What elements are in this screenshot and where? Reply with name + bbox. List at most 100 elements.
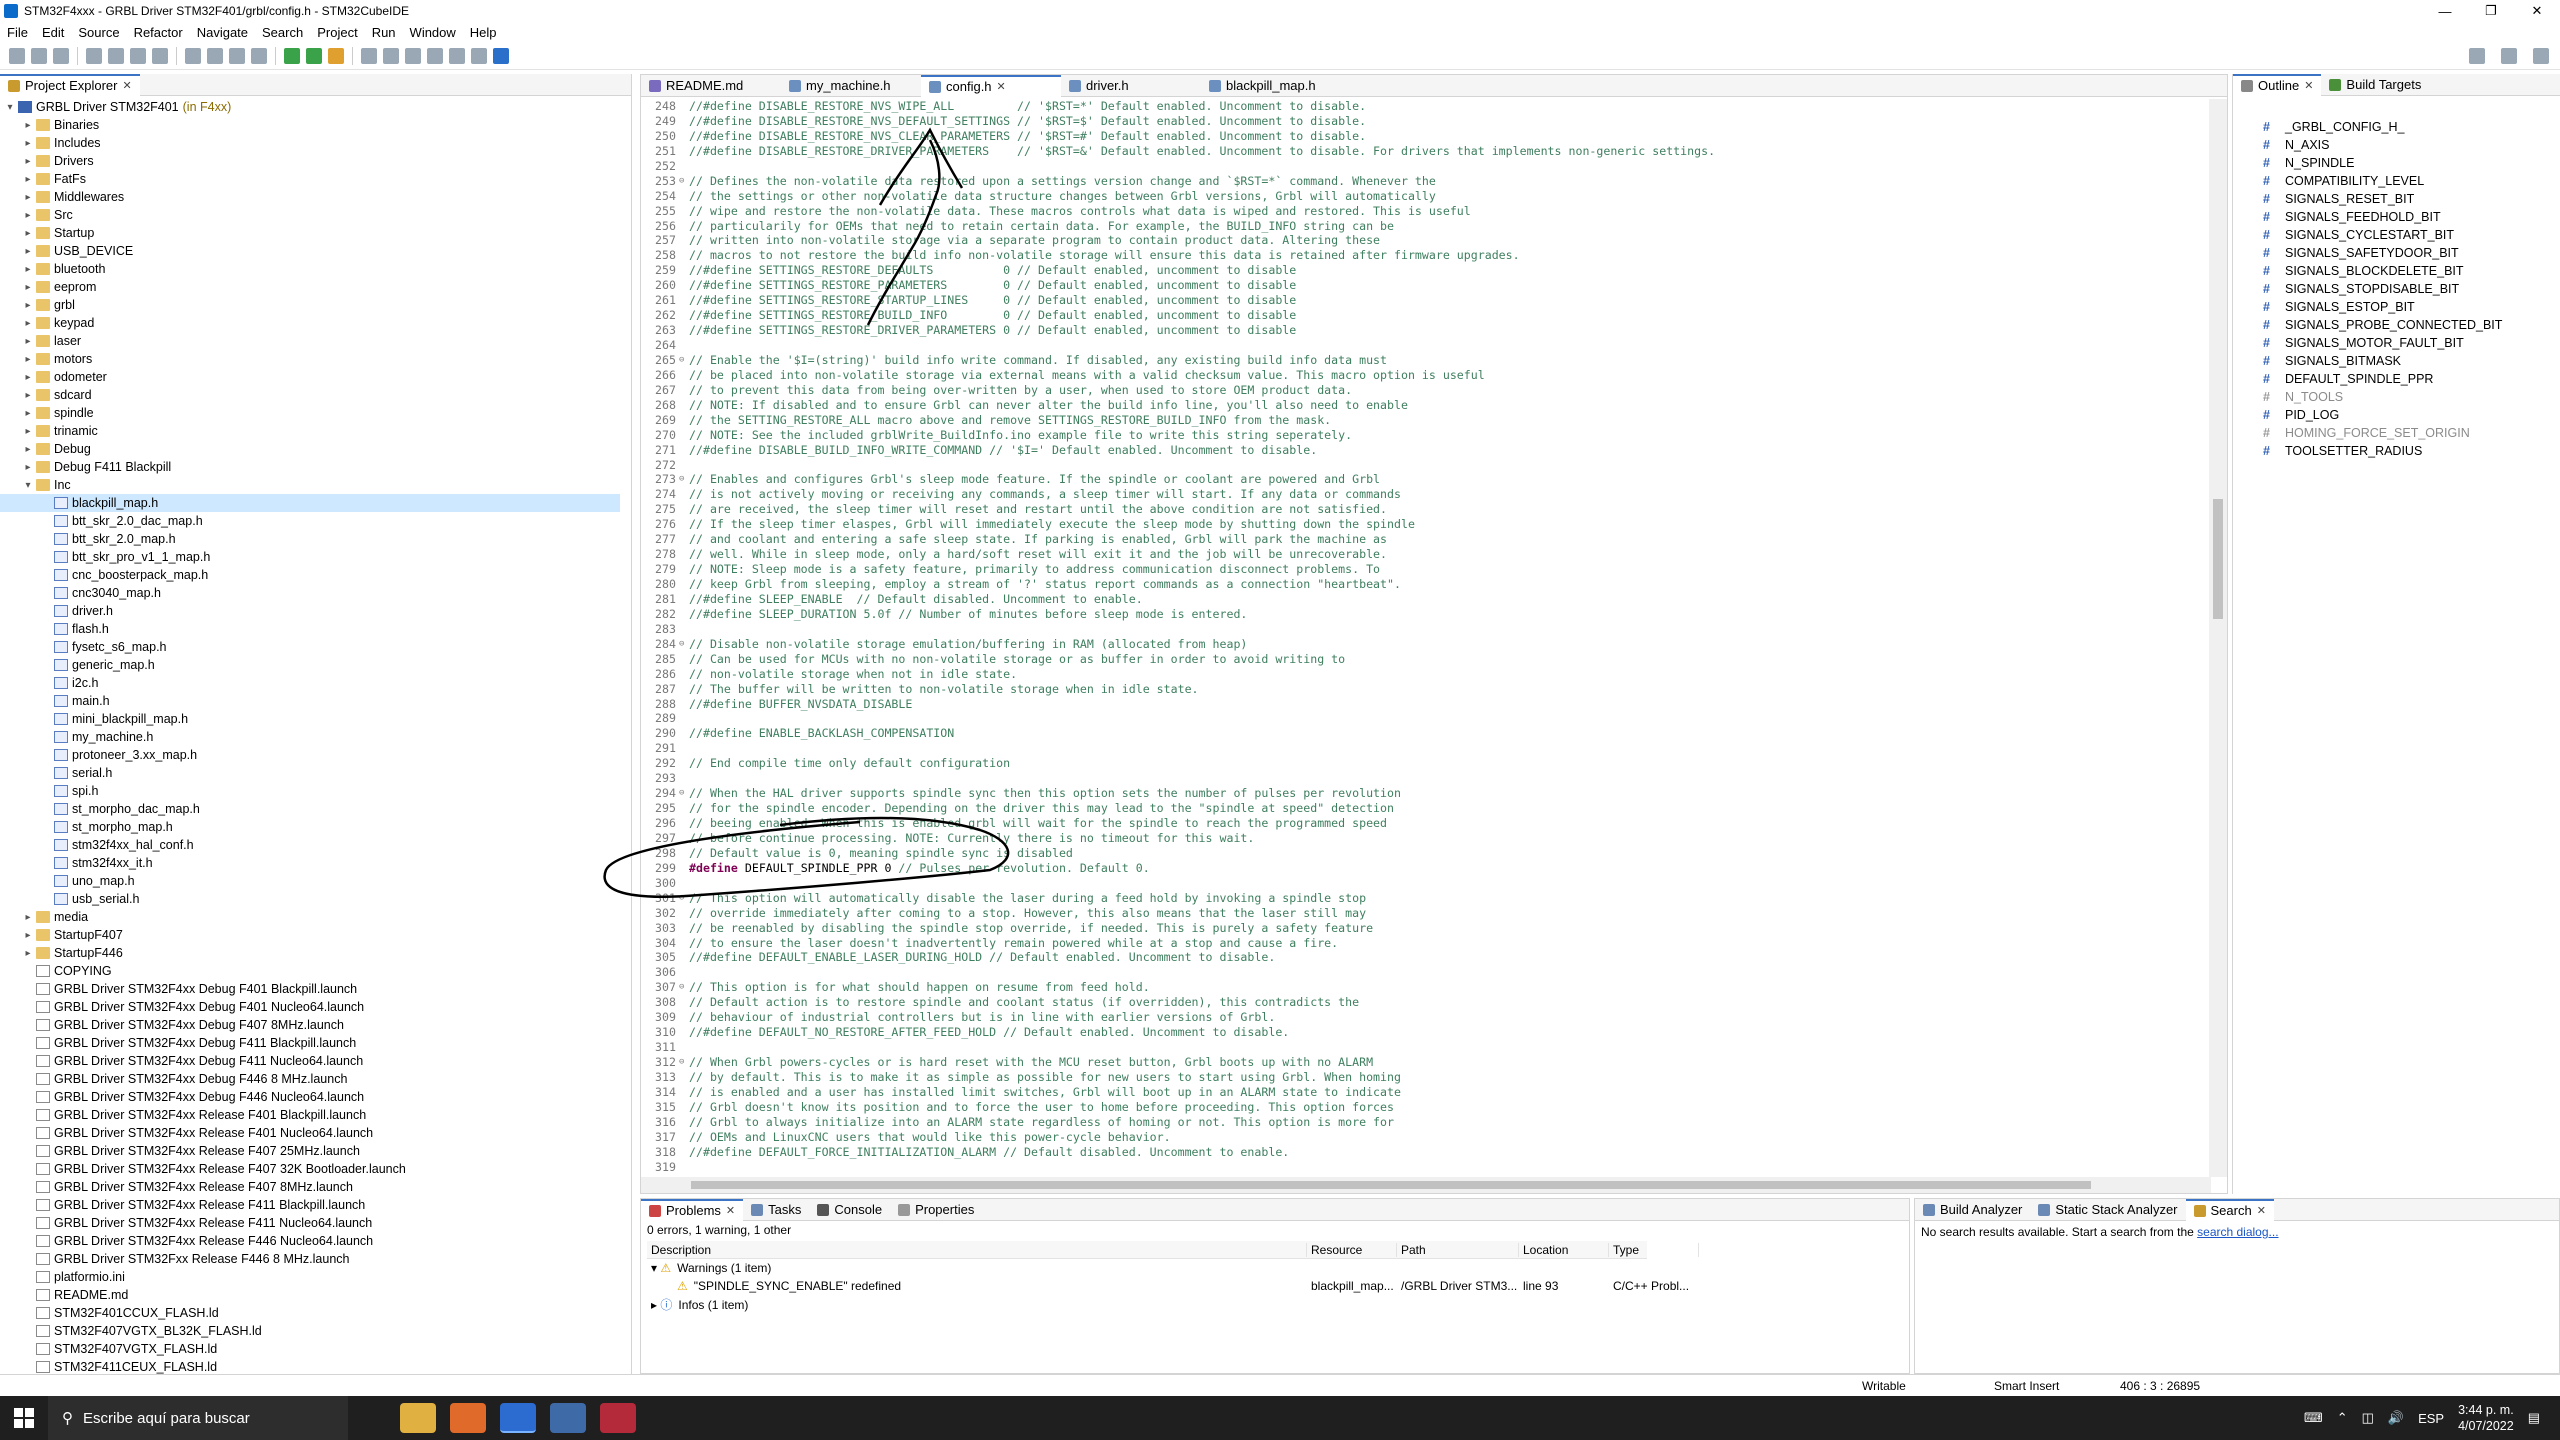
menu-refactor[interactable]: Refactor [127,25,190,40]
forward-icon[interactable] [449,47,465,64]
tree-item[interactable]: btt_skr_pro_v1_1_map.h [0,548,620,566]
tree-item[interactable]: stm32f4xx_hal_conf.h [0,836,620,854]
fold-icon[interactable]: ⊖ [679,1055,689,1070]
chevron-right-icon[interactable]: ▸ [22,930,34,941]
next-annotation-icon[interactable] [383,47,399,64]
chevron-right-icon[interactable]: ▸ [22,282,34,293]
column-path[interactable]: Path [1397,1242,1519,1257]
tree-item[interactable]: GRBL Driver STM32F4xx Debug F446 Nucleo6… [0,1088,620,1106]
tree-item[interactable]: STM32F407VGTX_BL32K_FLASH.ld [0,1322,620,1340]
tree-item[interactable]: GRBL Driver STM32F4xx Debug F446 8 MHz.l… [0,1070,620,1088]
outline-item[interactable]: # SIGNALS_CYCLESTART_BIT [2263,226,2502,244]
tree-item[interactable]: GRBL Driver STM32F4xx Release F407 32K B… [0,1160,620,1178]
chevron-right-icon[interactable]: ▸ [22,318,34,329]
tab-properties[interactable]: Properties [890,1199,982,1221]
tree-item[interactable]: ▸ Includes [0,134,620,152]
close-icon[interactable]: ✕ [122,79,131,92]
tree-item[interactable]: cnc3040_map.h [0,584,620,602]
outline-item[interactable]: # N_TOOLS [2263,388,2502,406]
tree-item[interactable]: ▾ Inc [0,476,620,494]
language-indicator[interactable]: ESP [2418,1411,2444,1426]
menu-edit[interactable]: Edit [35,25,71,40]
chevron-right-icon[interactable]: ▸ [22,264,34,275]
chevron-down-icon[interactable]: ▾ [22,480,34,491]
volume-icon[interactable]: 🔊 [2388,1410,2404,1426]
fold-icon[interactable]: ⊖ [679,980,689,995]
save-all-icon[interactable] [53,47,69,64]
tab-build-analyzer[interactable]: Build Analyzer [1915,1199,2030,1221]
chevron-right-icon[interactable]: ▸ [22,210,34,221]
tree-item[interactable]: usb_serial.h [0,890,620,908]
tree-item[interactable]: ▸ StartupF446 [0,944,620,962]
outline-item[interactable]: # SIGNALS_FEEDHOLD_BIT [2263,208,2502,226]
tree-item[interactable]: ▸ USB_DEVICE [0,242,620,260]
tree-item[interactable]: ▸ Debug F411 Blackpill [0,458,620,476]
notification-icon[interactable]: ▤ [2528,1410,2540,1426]
tree-item[interactable]: generic_map.h [0,656,620,674]
perspective-debug-icon[interactable] [2533,48,2549,64]
tree-item[interactable]: ▸ keypad [0,314,620,332]
clean-icon[interactable] [130,47,146,64]
tree-item[interactable]: GRBL Driver STM32F4xx Release F411 Nucle… [0,1214,620,1232]
tree-item[interactable]: GRBL Driver STM32F4xx Release F401 Nucle… [0,1124,620,1142]
chevron-right-icon[interactable]: ▸ [22,390,34,401]
perspective-cpp-icon[interactable] [2501,48,2517,64]
outline-item[interactable]: # SIGNALS_PROBE_CONNECTED_BIT [2263,316,2502,334]
menu-navigate[interactable]: Navigate [190,25,255,40]
app-icon[interactable] [600,1403,636,1433]
outline-item[interactable]: # SIGNALS_ESTOP_BIT [2263,298,2502,316]
chevron-right-icon[interactable]: ▸ [22,444,34,455]
column-description[interactable]: Description [647,1242,1307,1257]
tree-item[interactable]: main.h [0,692,620,710]
outline-item[interactable]: # _GRBL_CONFIG_H_ [2263,118,2502,136]
chevron-right-icon[interactable]: ▸ [22,300,34,311]
tree-item[interactable]: ▸ Src [0,206,620,224]
outline-item[interactable]: # PID_LOG [2263,406,2502,424]
tree-item[interactable]: ▸ odometer [0,368,620,386]
new-file-icon[interactable] [207,47,223,64]
search-icon[interactable] [251,47,267,64]
tree-item[interactable]: GRBL Driver STM32F4xx Debug F411 Blackpi… [0,1034,620,1052]
close-icon[interactable]: ✕ [726,1204,735,1217]
chevron-right-icon[interactable]: ▸ [22,372,34,383]
tab-tasks[interactable]: Tasks [743,1199,809,1221]
tree-item[interactable]: flash.h [0,620,620,638]
chevron-right-icon[interactable]: ▸ [22,336,34,347]
tab-problems[interactable]: Problems ✕ [641,1198,744,1221]
menu-search[interactable]: Search [255,25,310,40]
chevron-right-icon[interactable]: ▸ [22,156,34,167]
chevron-right-icon[interactable]: ▸ [22,228,34,239]
horizontal-scrollbar[interactable] [641,1177,2211,1193]
menu-file[interactable]: File [0,25,35,40]
outline-item[interactable]: # TOOLSETTER_RADIUS [2263,442,2502,460]
refresh-icon[interactable] [152,47,168,64]
quick-access-search-icon[interactable] [2469,48,2485,64]
tree-item[interactable]: ▸ sdcard [0,386,620,404]
chevron-right-icon[interactable]: ▸ [22,192,34,203]
outline-item[interactable]: # SIGNALS_SAFETYDOOR_BIT [2263,244,2502,262]
chevron-right-icon[interactable]: ▸ [22,246,34,257]
fold-icon[interactable]: ⊖ [679,174,689,189]
tree-item[interactable]: stm32f4xx_it.h [0,854,620,872]
close-icon[interactable]: ✕ [2304,79,2313,92]
tree-item[interactable]: GRBL Driver STM32F4xx Debug F401 Nucleo6… [0,998,620,1016]
fold-icon[interactable]: ⊖ [679,472,689,487]
tree-item[interactable]: README.md [0,1286,620,1304]
tree-item[interactable]: fysetc_s6_map.h [0,638,620,656]
outline-item[interactable]: # HOMING_FORCE_SET_ORIGIN [2263,424,2502,442]
tree-item[interactable]: GRBL Driver STM32F4xx Release F407 8MHz.… [0,1178,620,1196]
minimize-button[interactable]: — [2422,0,2468,22]
hammer-icon[interactable] [108,47,124,64]
tree-item[interactable]: GRBL Driver STM32F4xx Release F401 Black… [0,1106,620,1124]
tree-item[interactable]: GRBL Driver STM32Fxx Release F446 8 MHz.… [0,1250,620,1268]
tree-item[interactable]: ▸ StartupF407 [0,926,620,944]
tree-item[interactable]: STM32F401CCUX_FLASH.ld [0,1304,620,1322]
chevron-right-icon[interactable]: ▸ [22,174,34,185]
new-class-icon[interactable] [185,47,201,64]
tree-item[interactable]: ▸ Debug [0,440,620,458]
tree-item[interactable]: st_morpho_dac_map.h [0,800,620,818]
code-area[interactable]: 248 //#define DISABLE_RESTORE_NVS_WIPE_AL… [641,99,2209,1177]
tree-item[interactable]: btt_skr_2.0_map.h [0,530,620,548]
toggle-mark-icon[interactable] [361,47,377,64]
outline-item[interactable]: # N_AXIS [2263,136,2502,154]
